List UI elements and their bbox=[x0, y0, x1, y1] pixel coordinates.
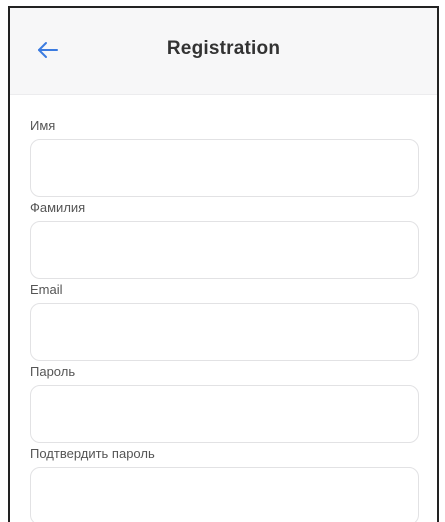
email-field[interactable] bbox=[30, 303, 419, 361]
last-name-field[interactable] bbox=[30, 221, 419, 279]
password-label: Пароль bbox=[30, 364, 76, 379]
confirm-password-field[interactable] bbox=[30, 467, 419, 522]
first-name-label: Имя bbox=[30, 118, 56, 133]
email-label: Email bbox=[30, 282, 63, 297]
confirm-password-label: Подтвердить пароль bbox=[30, 446, 155, 461]
password-field[interactable] bbox=[30, 385, 419, 443]
page-title: Registration bbox=[166, 38, 281, 59]
registration-form: Имя Фамилия Email Пароль Подтвердить пар… bbox=[10, 95, 437, 522]
first-name-field[interactable] bbox=[30, 139, 419, 197]
registration-screen: Registration Имя Фамилия Email Пароль По… bbox=[8, 6, 439, 522]
app-bar: Registration bbox=[10, 8, 437, 95]
last-name-label: Фамилия bbox=[30, 200, 86, 215]
